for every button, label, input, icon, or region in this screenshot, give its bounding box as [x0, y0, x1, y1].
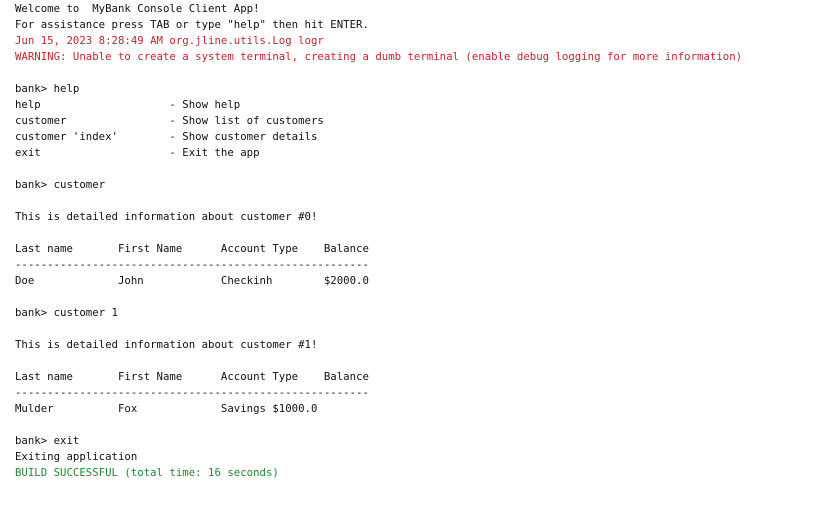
welcome-line: Welcome to MyBank Console Client App!	[15, 2, 260, 15]
console-output[interactable]: Welcome to MyBank Console Client App! Fo…	[15, 1, 827, 481]
table-row: Mulder Fox Savings $1000.0	[15, 402, 318, 415]
assistance-line: For assistance press TAB or type "help" …	[15, 18, 369, 31]
exiting-line: Exiting application	[15, 450, 138, 463]
table-header: Last name First Name Account Type Balanc…	[15, 242, 369, 255]
help-item: customer 'index' - Show customer details	[15, 130, 318, 143]
table-separator: ----------------------------------------…	[15, 258, 369, 271]
customer-info-line: This is detailed information about custo…	[15, 338, 318, 351]
help-item: customer - Show list of customers	[15, 114, 324, 127]
warning-line: WARNING: Unable to create a system termi…	[15, 50, 743, 63]
help-item: exit - Exit the app	[15, 146, 260, 159]
customer-info-line: This is detailed information about custo…	[15, 210, 318, 223]
prompt-customer-1-line: bank> customer 1	[15, 306, 118, 319]
log-timestamp-line: Jun 15, 2023 8:28:49 AM org.jline.utils.…	[15, 34, 324, 47]
build-status-line: BUILD SUCCESSFUL (total time: 16 seconds…	[15, 466, 279, 479]
table-separator: ----------------------------------------…	[15, 386, 369, 399]
prompt-help-line: bank> help	[15, 82, 80, 95]
help-item: help - Show help	[15, 98, 241, 111]
prompt-exit-line: bank> exit	[15, 434, 80, 447]
table-row: Doe John Checkinh $2000.0	[15, 274, 369, 287]
prompt-customer-line: bank> customer	[15, 178, 106, 191]
table-header: Last name First Name Account Type Balanc…	[15, 370, 369, 383]
